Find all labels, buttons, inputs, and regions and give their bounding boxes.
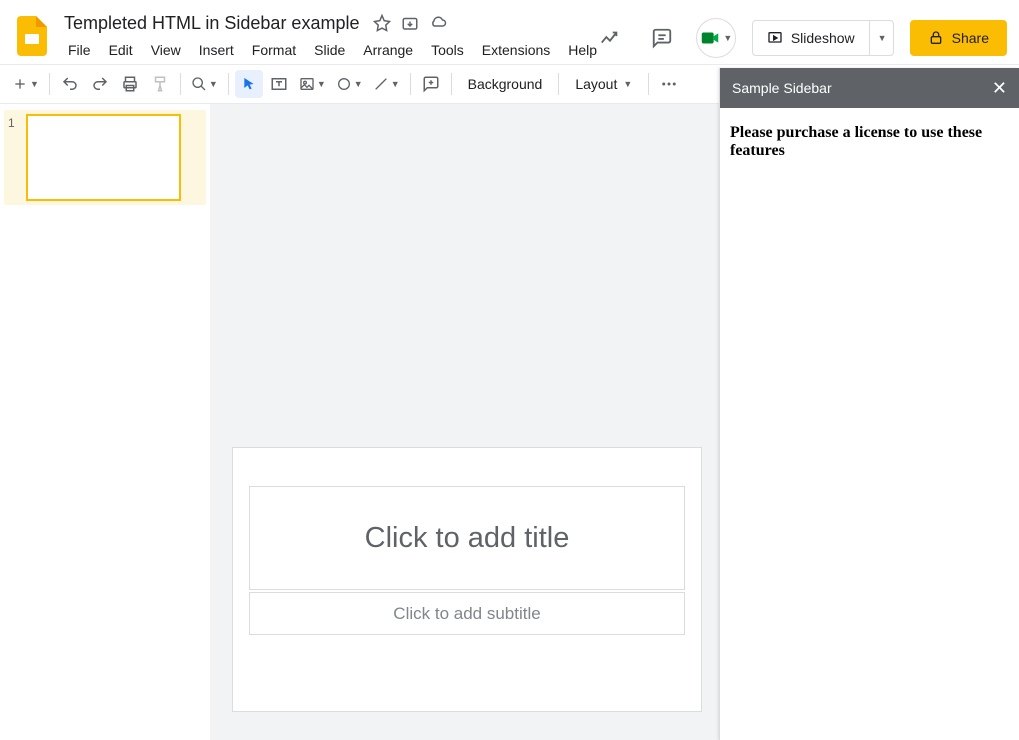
header-actions: ▼ Slideshow ▼ Share — [592, 18, 1007, 58]
menu-extensions[interactable]: Extensions — [474, 38, 558, 62]
print-button[interactable] — [116, 70, 144, 98]
slide[interactable]: Click to add title Click to add subtitle — [232, 447, 702, 712]
sidebar-content: Please purchase a license to use these f… — [720, 108, 1019, 176]
thumbnail-panel: 1 — [0, 104, 210, 740]
background-button[interactable]: Background — [458, 70, 553, 98]
chevron-down-icon: ▼ — [391, 79, 400, 89]
sidebar-title: Sample Sidebar — [732, 80, 832, 96]
image-tool[interactable]: ▼ — [295, 70, 330, 98]
cloud-status-icon[interactable] — [429, 14, 447, 32]
document-title[interactable]: Templeted HTML in Sidebar example — [60, 11, 363, 36]
textbox-tool[interactable] — [265, 70, 293, 98]
separator — [180, 73, 181, 95]
share-label: Share — [952, 30, 989, 46]
comment-tool[interactable] — [417, 70, 445, 98]
chevron-down-icon: ▼ — [209, 79, 218, 89]
line-tool[interactable]: ▼ — [369, 70, 404, 98]
separator — [451, 73, 452, 95]
separator — [49, 73, 50, 95]
close-icon[interactable]: ✕ — [992, 78, 1007, 99]
sidebar-header: Sample Sidebar ✕ — [720, 68, 1019, 108]
menu-edit[interactable]: Edit — [101, 38, 141, 62]
shape-tool[interactable]: ▼ — [332, 70, 367, 98]
slideshow-button-group: Slideshow ▼ — [752, 20, 894, 56]
slideshow-button[interactable]: Slideshow — [753, 30, 869, 46]
chevron-down-icon: ▼ — [354, 79, 363, 89]
separator — [410, 73, 411, 95]
separator — [228, 73, 229, 95]
thumbnail-slide-1[interactable] — [26, 114, 181, 201]
header: Templeted HTML in Sidebar example File E… — [0, 0, 1019, 64]
paint-format-button[interactable] — [146, 70, 174, 98]
menu-file[interactable]: File — [60, 38, 99, 62]
separator — [558, 73, 559, 95]
move-icon[interactable] — [401, 14, 419, 32]
title-area: Templeted HTML in Sidebar example File E… — [60, 10, 605, 62]
chevron-down-icon: ▼ — [878, 33, 887, 43]
select-tool[interactable] — [235, 70, 263, 98]
star-icon[interactable] — [373, 14, 391, 32]
undo-button[interactable] — [56, 70, 84, 98]
title-placeholder[interactable]: Click to add title — [249, 486, 685, 590]
sidebar: Sample Sidebar ✕ Please purchase a licen… — [719, 68, 1019, 740]
menu-tools[interactable]: Tools — [423, 38, 472, 62]
layout-label: Layout — [575, 76, 617, 92]
chevron-down-icon: ▼ — [30, 79, 39, 89]
share-button[interactable]: Share — [910, 20, 1007, 56]
chevron-down-icon: ▼ — [723, 33, 732, 43]
slideshow-dropdown[interactable]: ▼ — [869, 20, 893, 56]
subtitle-placeholder[interactable]: Click to add subtitle — [249, 592, 685, 635]
meet-button[interactable]: ▼ — [696, 18, 736, 58]
analytics-icon[interactable] — [592, 20, 628, 56]
thumbnail-slide-1-row: 1 — [4, 110, 206, 205]
thumbnail-number: 1 — [8, 114, 20, 201]
chevron-down-icon: ▼ — [317, 79, 326, 89]
slides-app-icon[interactable] — [12, 16, 52, 56]
menu-slide[interactable]: Slide — [306, 38, 353, 62]
separator — [648, 73, 649, 95]
comments-icon[interactable] — [644, 20, 680, 56]
menu-format[interactable]: Format — [244, 38, 304, 62]
menu-insert[interactable]: Insert — [191, 38, 242, 62]
chevron-down-icon: ▼ — [623, 79, 632, 89]
menu-bar: File Edit View Insert Format Slide Arran… — [60, 38, 605, 62]
new-slide-button[interactable]: ▼ — [8, 70, 43, 98]
slideshow-label: Slideshow — [791, 30, 855, 46]
layout-button[interactable]: Layout ▼ — [565, 70, 642, 98]
redo-button[interactable] — [86, 70, 114, 98]
menu-arrange[interactable]: Arrange — [355, 38, 421, 62]
menu-view[interactable]: View — [143, 38, 189, 62]
more-tools-button[interactable] — [655, 70, 683, 98]
zoom-button[interactable]: ▼ — [187, 70, 222, 98]
